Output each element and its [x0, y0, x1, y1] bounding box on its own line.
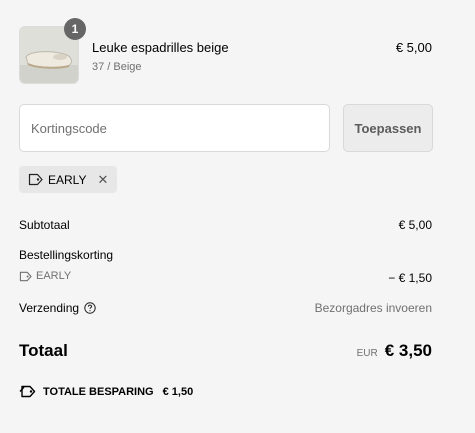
shipping-label-row: Verzending [19, 301, 96, 315]
tag-icon [28, 173, 43, 186]
product-name: Leuke espadrilles beige [92, 40, 229, 55]
applied-code-label: EARLY [48, 172, 87, 187]
quantity-badge: 1 [64, 18, 86, 40]
apply-discount-button[interactable]: Toepassen [343, 104, 433, 152]
total-value-group: EUR € 3,50 [357, 341, 432, 361]
savings-amount: € 1,50 [162, 385, 194, 398]
discount-code-input[interactable] [19, 104, 330, 152]
total-savings: TOTALE BESPARING € 1,50 [19, 385, 193, 398]
tags-icon [19, 385, 36, 398]
shipping-label: Verzending [19, 301, 80, 315]
order-discount-code-text: EARLY [36, 270, 72, 282]
question-circle-icon[interactable] [84, 302, 96, 314]
total-label: Totaal [19, 341, 68, 360]
order-discount-value: − € 1,50 [388, 271, 432, 285]
applied-discount-chip: EARLY ✕ [19, 166, 118, 193]
total-currency: EUR [356, 348, 378, 359]
order-discount-code: EARLY [19, 270, 71, 282]
product-price: € 5,00 [395, 40, 432, 55]
total-amount: € 3,50 [384, 341, 432, 360]
shipping-value: Bezorgadres invoeren [314, 301, 432, 315]
close-icon[interactable]: ✕ [97, 172, 108, 188]
product-variant: 37 / Beige [92, 61, 142, 73]
tag-icon [19, 271, 32, 282]
subtotal-label: Subtotaal [19, 218, 70, 232]
order-discount-label: Bestellingskorting [19, 248, 114, 262]
subtotal-value: € 5,00 [398, 218, 432, 232]
savings-label: TOTALE BESPARING [43, 385, 154, 398]
